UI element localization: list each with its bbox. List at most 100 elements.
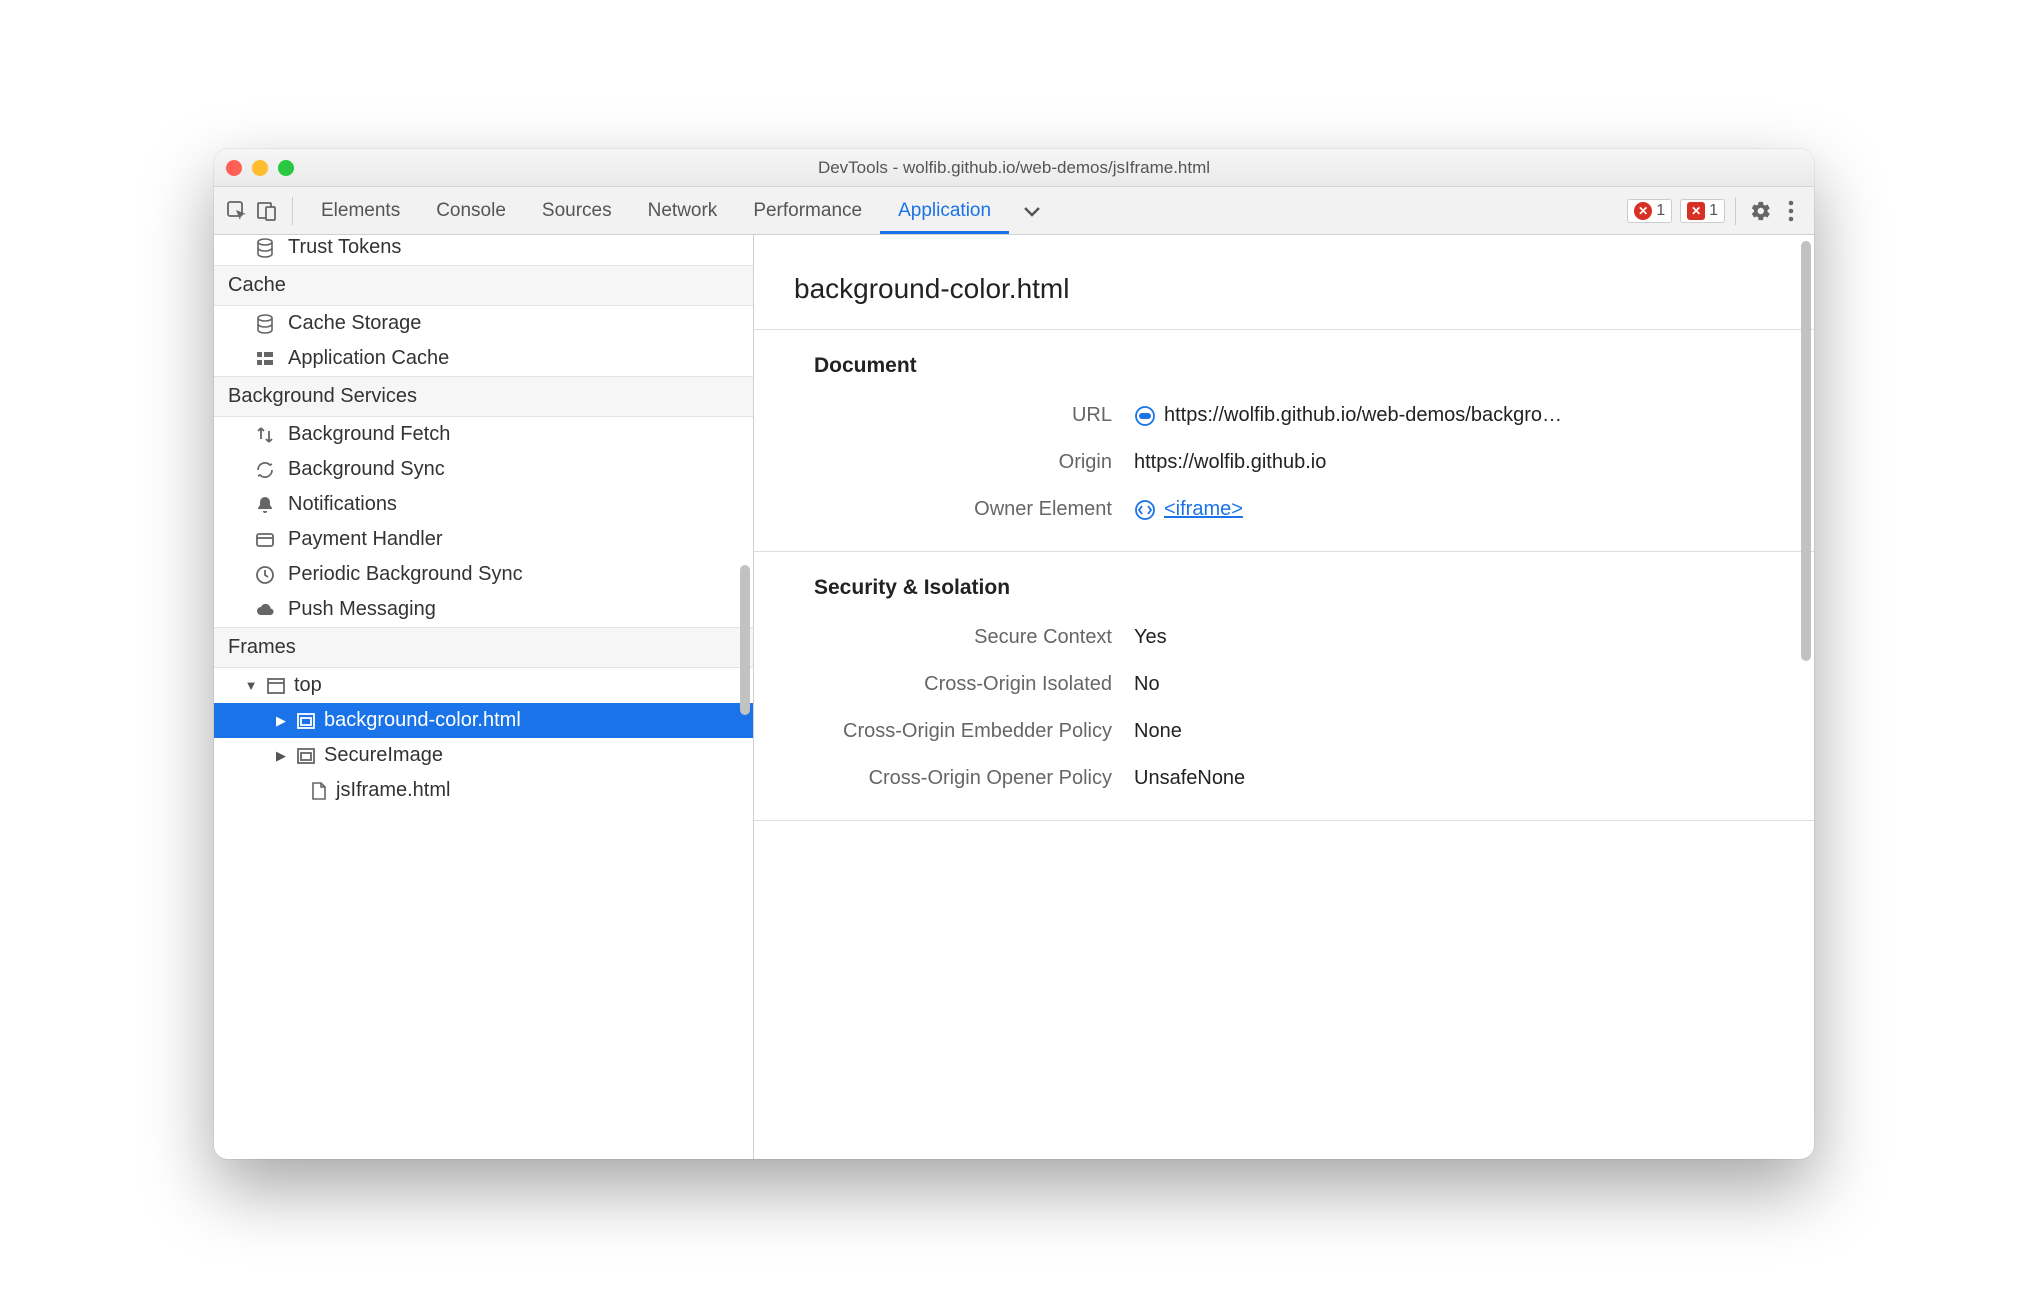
origin-value: https://wolfib.github.io: [1134, 451, 1326, 474]
tab-application[interactable]: Application: [880, 187, 1009, 234]
titlebar: DevTools - wolfib.github.io/web-demos/js…: [214, 149, 1814, 187]
row-coop: Cross-Origin Opener Policy UnsafeNone: [794, 755, 1774, 802]
row-coep: Cross-Origin Embedder Policy None: [794, 708, 1774, 755]
sidebar-group-cache: Cache: [214, 265, 753, 306]
coi-value: No: [1134, 673, 1160, 696]
sidebar-item-background-sync[interactable]: Background Sync: [214, 452, 753, 487]
error-icon: ✕: [1634, 202, 1652, 220]
label-icon: [1134, 405, 1156, 427]
sidebar-item-application-cache[interactable]: Application Cache: [214, 341, 753, 376]
frame-jsiframe[interactable]: jsIframe.html: [214, 773, 753, 808]
sidebar-item-payment-handler[interactable]: Payment Handler: [214, 522, 753, 557]
coop-label: Cross-Origin Opener Policy: [794, 767, 1134, 790]
coep-value: None: [1134, 720, 1182, 743]
coi-label: Cross-Origin Isolated: [794, 673, 1134, 696]
chevron-down-icon: ▼: [244, 678, 258, 693]
url-label: URL: [794, 404, 1134, 427]
coop-value: UnsafeNone: [1134, 767, 1245, 790]
issue-count: 1: [1709, 202, 1718, 220]
iframe-icon: [296, 746, 316, 766]
kebab-menu-icon[interactable]: [1776, 196, 1806, 226]
toolbar-divider: [1735, 197, 1736, 225]
coep-label: Cross-Origin Embedder Policy: [794, 720, 1134, 743]
sidebar-scrollbar[interactable]: [740, 565, 750, 715]
sync-icon: [254, 459, 276, 481]
tab-console[interactable]: Console: [418, 187, 524, 234]
sidebar-item-label: Background Fetch: [288, 423, 450, 446]
sidebar-item-label: Periodic Background Sync: [288, 563, 523, 586]
tab-network[interactable]: Network: [630, 187, 736, 234]
element-icon: [1134, 499, 1156, 521]
frame-label: top: [294, 674, 322, 697]
sidebar-item-trust-tokens[interactable]: Trust Tokens: [214, 235, 753, 265]
database-icon: [254, 237, 276, 259]
issue-icon: ✕: [1687, 202, 1705, 220]
frame-detail-panel: background-color.html Document URL https…: [754, 235, 1814, 1159]
row-owner-element: Owner Element <iframe>: [794, 486, 1774, 533]
frame-secure-image[interactable]: ▶ SecureImage: [214, 738, 753, 773]
row-cross-origin-isolated: Cross-Origin Isolated No: [794, 661, 1774, 708]
window-title: DevTools - wolfib.github.io/web-demos/js…: [214, 158, 1814, 178]
owner-element-link[interactable]: <iframe>: [1164, 498, 1243, 521]
iframe-icon: [296, 711, 316, 731]
document-icon: [310, 781, 328, 801]
sidebar-item-notifications[interactable]: Notifications: [214, 487, 753, 522]
settings-icon[interactable]: [1746, 196, 1776, 226]
sidebar-item-label: Application Cache: [288, 347, 449, 370]
toolbar-divider: [292, 197, 293, 225]
cloud-icon: [254, 599, 276, 621]
sidebar-item-label: Cache Storage: [288, 312, 421, 335]
frame-background-color[interactable]: ▶ background-color.html: [214, 703, 753, 738]
detail-title: background-color.html: [794, 255, 1774, 329]
devtools-toolbar: Elements Console Sources Network Perform…: [214, 187, 1814, 235]
database-icon: [254, 313, 276, 335]
more-tabs-icon[interactable]: [1009, 204, 1055, 218]
tab-sources[interactable]: Sources: [524, 187, 630, 234]
chevron-right-icon: ▶: [274, 748, 288, 764]
sidebar-item-label: Background Sync: [288, 458, 445, 481]
sidebar-group-frames: Frames: [214, 627, 753, 668]
owner-label: Owner Element: [794, 498, 1134, 521]
chevron-right-icon: ▶: [274, 713, 288, 729]
section-document: Document: [794, 330, 1774, 392]
sidebar-item-label: Payment Handler: [288, 528, 443, 551]
window-icon: [266, 676, 286, 696]
panel-tabs: Elements Console Sources Network Perform…: [303, 187, 1009, 234]
sidebar-item-background-fetch[interactable]: Background Fetch: [214, 417, 753, 452]
row-secure-context: Secure Context Yes: [794, 614, 1774, 661]
row-origin: Origin https://wolfib.github.io: [794, 439, 1774, 486]
devtools-window: DevTools - wolfib.github.io/web-demos/js…: [214, 149, 1814, 1159]
secure-context-value: Yes: [1134, 626, 1167, 649]
credit-card-icon: [254, 529, 276, 551]
frame-label: SecureImage: [324, 744, 443, 767]
sidebar-item-label: Trust Tokens: [288, 236, 401, 259]
error-count: 1: [1656, 202, 1665, 220]
clock-icon: [254, 564, 276, 586]
frame-top[interactable]: ▼ top: [214, 668, 753, 703]
frame-label: jsIframe.html: [336, 779, 450, 802]
inspect-element-icon[interactable]: [222, 196, 252, 226]
secure-context-label: Secure Context: [794, 626, 1134, 649]
frame-label: background-color.html: [324, 709, 521, 732]
url-value: https://wolfib.github.io/web-demos/backg…: [1164, 404, 1562, 427]
sidebar-item-cache-storage[interactable]: Cache Storage: [214, 306, 753, 341]
console-errors-badge[interactable]: ✕ 1: [1627, 199, 1672, 223]
content-scrollbar[interactable]: [1801, 241, 1811, 661]
origin-label: Origin: [794, 451, 1134, 474]
tab-elements[interactable]: Elements: [303, 187, 418, 234]
sidebar-item-label: Push Messaging: [288, 598, 436, 621]
bell-icon: [254, 494, 276, 516]
row-url: URL https://wolfib.github.io/web-demos/b…: [794, 392, 1774, 439]
sidebar-group-background-services: Background Services: [214, 376, 753, 417]
device-toolbar-icon[interactable]: [252, 196, 282, 226]
main-area: Trust Tokens Cache Cache Storage Applica…: [214, 235, 1814, 1159]
tab-performance[interactable]: Performance: [735, 187, 880, 234]
sidebar-item-label: Notifications: [288, 493, 397, 516]
sidebar-item-push-messaging[interactable]: Push Messaging: [214, 592, 753, 627]
section-security: Security & Isolation: [794, 552, 1774, 614]
issues-badge[interactable]: ✕ 1: [1680, 199, 1725, 223]
application-sidebar: Trust Tokens Cache Cache Storage Applica…: [214, 235, 754, 1159]
grid-icon: [254, 348, 276, 370]
transfer-icon: [254, 424, 276, 446]
sidebar-item-periodic-background-sync[interactable]: Periodic Background Sync: [214, 557, 753, 592]
